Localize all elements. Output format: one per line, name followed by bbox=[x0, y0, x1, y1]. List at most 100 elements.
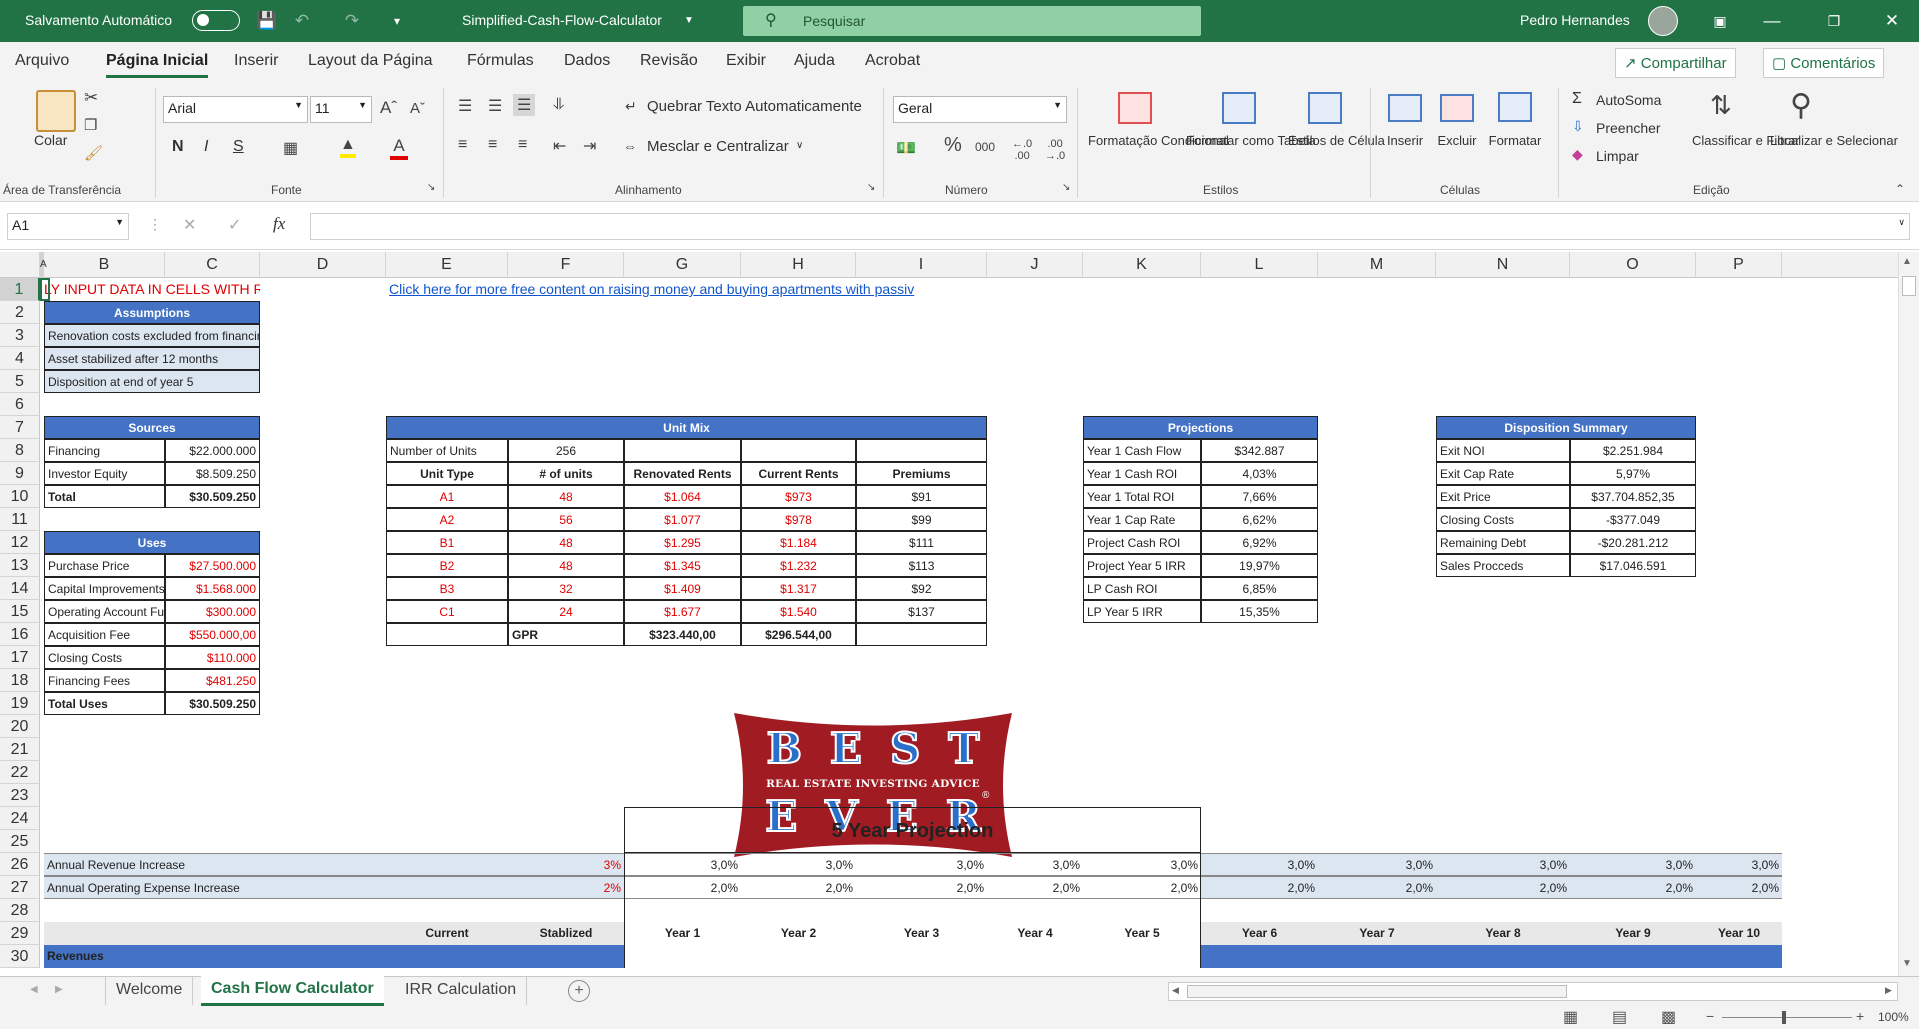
row-header-23[interactable]: 23 bbox=[0, 784, 40, 807]
restore-icon[interactable]: ❐ bbox=[1822, 9, 1846, 33]
row-header-25[interactable]: 25 bbox=[0, 830, 40, 853]
unit-mix-cell[interactable]: $1.295 bbox=[624, 531, 741, 554]
redo-icon[interactable]: ↷ bbox=[340, 9, 364, 33]
row-header-29[interactable]: 29 bbox=[0, 922, 40, 945]
empty-cell[interactable] bbox=[624, 439, 741, 462]
sources-label[interactable]: Financing bbox=[44, 439, 165, 462]
collapse-ribbon-icon[interactable]: ⌃ bbox=[1895, 182, 1905, 196]
unit-mix-cell[interactable]: $973 bbox=[741, 485, 856, 508]
row-header-27[interactable]: 27 bbox=[0, 876, 40, 899]
shrink-font-icon[interactable]: Aˇ bbox=[410, 100, 425, 117]
increase-value[interactable]: 3,0% bbox=[1201, 853, 1318, 876]
row-header-8[interactable]: 8 bbox=[0, 439, 40, 462]
unit-mix-header[interactable]: Renovated Rents bbox=[624, 462, 741, 485]
sources-title[interactable]: Sources bbox=[44, 416, 260, 439]
num-units-value[interactable]: 256 bbox=[508, 439, 624, 462]
conditional-format-button[interactable]: Formatação Condicional bbox=[1088, 132, 1229, 150]
italic-button[interactable]: I bbox=[204, 138, 208, 156]
close-icon[interactable]: ✕ bbox=[1880, 9, 1904, 33]
autosave-toggle[interactable] bbox=[192, 10, 240, 31]
zoom-level[interactable]: 100% bbox=[1878, 1010, 1909, 1024]
ribbon-display-icon[interactable]: ▣ bbox=[1708, 9, 1732, 33]
column-header-m[interactable]: M bbox=[1318, 252, 1436, 278]
zoom-out-icon[interactable]: − bbox=[1706, 1008, 1714, 1024]
page-layout-icon[interactable]: ▤ bbox=[1612, 1007, 1627, 1027]
unit-mix-cell[interactable]: 48 bbox=[508, 531, 624, 554]
row-header-28[interactable]: 28 bbox=[0, 899, 40, 922]
save-icon[interactable]: 💾 bbox=[255, 9, 279, 33]
column-header-k[interactable]: K bbox=[1083, 252, 1201, 278]
increase-value[interactable]: 2,0% bbox=[1201, 876, 1318, 899]
sources-value[interactable]: $8.509.250 bbox=[165, 462, 260, 485]
row-header-12[interactable]: 12 bbox=[0, 531, 40, 554]
unit-mix-cell[interactable]: A2 bbox=[386, 508, 508, 531]
empty-cell[interactable] bbox=[386, 623, 508, 646]
disposition-value[interactable]: $17.046.591 bbox=[1570, 554, 1696, 577]
fill-color-icon[interactable]: ▲ bbox=[340, 136, 356, 158]
row-header-16[interactable]: 16 bbox=[0, 623, 40, 646]
increase-value[interactable]: 3,0% bbox=[1696, 853, 1782, 876]
autosum-button[interactable]: AutoSoma bbox=[1596, 92, 1661, 108]
scroll-up-icon[interactable]: ▲ bbox=[1902, 256, 1912, 267]
unit-mix-cell[interactable]: C1 bbox=[386, 600, 508, 623]
number-format-select[interactable]: Geral ▼ bbox=[893, 96, 1067, 123]
column-header-b[interactable]: B bbox=[44, 252, 165, 278]
wrap-text-button[interactable]: Quebrar Texto Automaticamente bbox=[647, 98, 862, 115]
row-header-17[interactable]: 17 bbox=[0, 646, 40, 669]
row-header-6[interactable]: 6 bbox=[0, 393, 40, 416]
increase-label[interactable]: Annual Revenue Increase bbox=[44, 853, 508, 876]
sources-label[interactable]: Investor Equity bbox=[44, 462, 165, 485]
period-header[interactable]: Year 6 bbox=[1201, 922, 1318, 945]
projection-value[interactable]: 15,35% bbox=[1201, 600, 1318, 623]
tab-ajuda[interactable]: Ajuda bbox=[794, 52, 835, 70]
zoom-slider[interactable] bbox=[1722, 1017, 1852, 1018]
user-name[interactable]: Pedro Hernandes bbox=[1520, 12, 1630, 28]
formula-options-icon[interactable]: ⋮ bbox=[148, 216, 162, 233]
zoom-slider-handle[interactable] bbox=[1782, 1011, 1786, 1024]
orientation-icon[interactable]: ⥥ bbox=[553, 96, 565, 114]
fill-button[interactable]: Preencher bbox=[1596, 120, 1661, 136]
share-button[interactable]: ↗ Compartilhar bbox=[1615, 48, 1736, 78]
projection-value[interactable]: 4,03% bbox=[1201, 462, 1318, 485]
horizontal-scrollbar[interactable]: ◀ ▶ bbox=[1168, 982, 1898, 1001]
hyperlink[interactable]: Click here for more free content on rais… bbox=[386, 278, 987, 301]
increase-input[interactable]: 2% bbox=[508, 876, 624, 899]
paste-icon[interactable] bbox=[36, 90, 76, 132]
normal-view-icon[interactable]: ▦ bbox=[1563, 1007, 1578, 1027]
disposition-label[interactable]: Exit NOI bbox=[1436, 439, 1570, 462]
name-box[interactable]: A1 ▼ bbox=[7, 213, 129, 240]
unit-mix-cell[interactable]: $1.540 bbox=[741, 600, 856, 623]
underline-button[interactable]: S bbox=[233, 138, 244, 156]
format-as-table-button[interactable]: Formatar como Tabela bbox=[1186, 132, 1316, 150]
increase-value[interactable]: 3,0% bbox=[1318, 853, 1436, 876]
unit-mix-cell[interactable]: 48 bbox=[508, 485, 624, 508]
unit-mix-header[interactable]: Premiums bbox=[856, 462, 987, 485]
header-band[interactable] bbox=[44, 922, 386, 945]
unit-mix-title[interactable]: Unit Mix bbox=[386, 416, 987, 439]
search-box[interactable]: ⚲ Pesquisar bbox=[743, 6, 1201, 36]
empty-cell[interactable] bbox=[856, 439, 987, 462]
projection-label[interactable]: Year 1 Cap Rate bbox=[1083, 508, 1201, 531]
worksheet[interactable]: ABCDEFGHIJKLMNOP 1 2 3 4 5 6 7 8 9 10 11 12 13 14 15 16… bbox=[0, 252, 1919, 976]
projection-value[interactable]: 19,97% bbox=[1201, 554, 1318, 577]
copy-icon[interactable]: ❐ bbox=[84, 116, 97, 134]
align-right-icon[interactable]: ≡ bbox=[518, 136, 527, 154]
tab-dados[interactable]: Dados bbox=[564, 52, 610, 70]
number-dialog-icon[interactable]: ↘ bbox=[1062, 182, 1070, 193]
accounting-format-icon[interactable]: 💵 bbox=[896, 138, 916, 158]
increase-value[interactable]: 3,0% bbox=[1570, 853, 1696, 876]
borders-icon[interactable]: ▦ bbox=[283, 138, 298, 158]
filename-chevron-icon[interactable]: ▼ bbox=[684, 15, 694, 26]
increase-indent-icon[interactable]: ⇥ bbox=[583, 136, 596, 156]
uses-value[interactable]: $30.509.250 bbox=[165, 692, 260, 715]
row-header-21[interactable]: 21 bbox=[0, 738, 40, 761]
uses-label[interactable]: Purchase Price bbox=[44, 554, 165, 577]
merge-center-button[interactable]: Mesclar e Centralizar bbox=[647, 138, 789, 155]
column-header-h[interactable]: H bbox=[741, 252, 856, 278]
column-header-g[interactable]: G bbox=[624, 252, 741, 278]
uses-value[interactable]: $300.000 bbox=[165, 600, 260, 623]
font-dialog-icon[interactable]: ↘ bbox=[427, 182, 435, 193]
increase-value[interactable]: 2,0% bbox=[1318, 876, 1436, 899]
cut-icon[interactable]: ✂ bbox=[84, 88, 98, 108]
column-header-c[interactable]: C bbox=[165, 252, 260, 278]
